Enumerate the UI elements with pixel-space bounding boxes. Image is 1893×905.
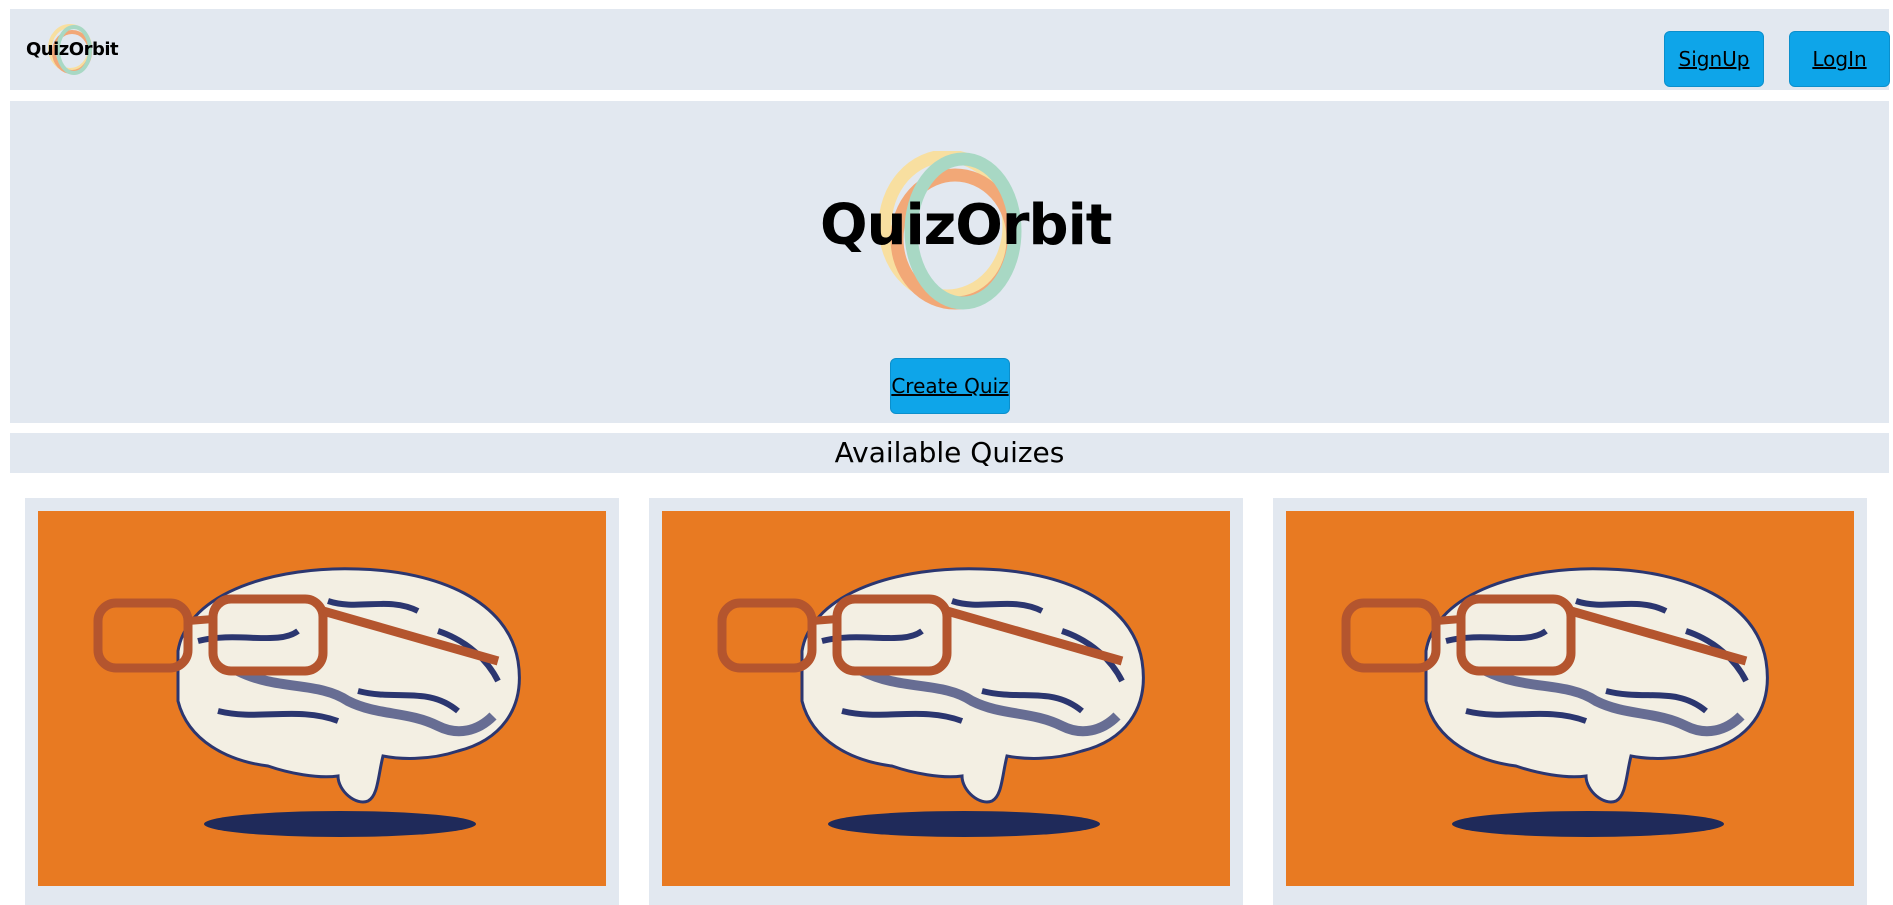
available-quizzes-heading: Available Quizes xyxy=(10,433,1889,473)
brain-glasses-illustration xyxy=(717,567,1145,837)
quiz-card-image[interactable] xyxy=(38,511,606,886)
login-button[interactable]: LogIn xyxy=(1789,31,1890,87)
hero-section: QuizOrbit Create Quiz xyxy=(10,101,1889,423)
hero-logo-text: QuizOrbit xyxy=(820,193,1113,258)
quiz-card[interactable] xyxy=(649,498,1243,905)
quiz-card[interactable] xyxy=(1273,498,1867,905)
nav-logo-text: QuizOrbit xyxy=(26,39,119,60)
quiz-card-image[interactable] xyxy=(1286,511,1854,886)
hero-logo: QuizOrbit xyxy=(820,151,1113,321)
quiz-card[interactable] xyxy=(25,498,619,905)
signup-button[interactable]: SignUp xyxy=(1664,31,1764,87)
nav-logo[interactable]: QuizOrbit xyxy=(26,24,126,76)
brain-glasses-illustration xyxy=(93,567,521,837)
create-quiz-button[interactable]: Create Quiz xyxy=(890,358,1010,414)
quiz-card-image[interactable] xyxy=(662,511,1230,886)
brain-glasses-illustration xyxy=(1341,567,1769,837)
navbar: QuizOrbit SignUp LogIn xyxy=(10,9,1890,90)
